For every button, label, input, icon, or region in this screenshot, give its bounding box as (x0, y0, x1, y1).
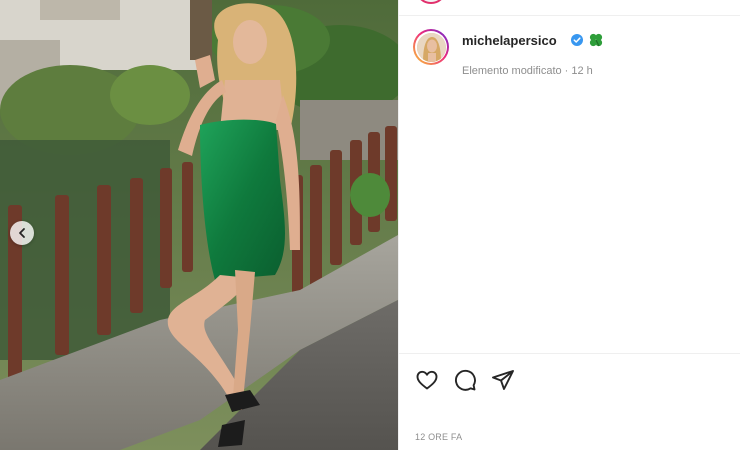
divider (399, 353, 740, 354)
avatar-image (416, 32, 446, 62)
previous-comment-avatar[interactable] (415, 0, 447, 4)
chevron-left-icon (19, 228, 25, 238)
relative-time: 12 h (571, 65, 593, 77)
share-button[interactable] (491, 368, 515, 392)
divider (399, 15, 740, 16)
edited-label: Elemento modificato (462, 65, 562, 77)
post-photo-illustration (0, 0, 398, 450)
post-media-photo[interactable] (0, 0, 398, 450)
verified-badge-icon (571, 34, 583, 46)
post-username[interactable]: michelapersico (462, 33, 557, 48)
avatar[interactable] (413, 29, 449, 65)
post-edited-meta: Elemento modificato · 12 h (462, 65, 593, 77)
speech-bubble-icon (455, 369, 476, 391)
paper-plane-icon (492, 370, 514, 390)
heart-icon (416, 370, 438, 390)
post-details-panel: michelapersico Elemento modificato · 12 h (398, 0, 740, 450)
four-leaf-clover-icon (589, 33, 603, 47)
meta-separator: · (564, 65, 569, 77)
post-header: michelapersico (413, 29, 731, 69)
like-button[interactable] (415, 368, 439, 392)
comment-button[interactable] (453, 368, 477, 392)
carousel-prev-button[interactable] (10, 221, 34, 245)
post-timestamp[interactable]: 12 ORE FA (415, 432, 462, 442)
